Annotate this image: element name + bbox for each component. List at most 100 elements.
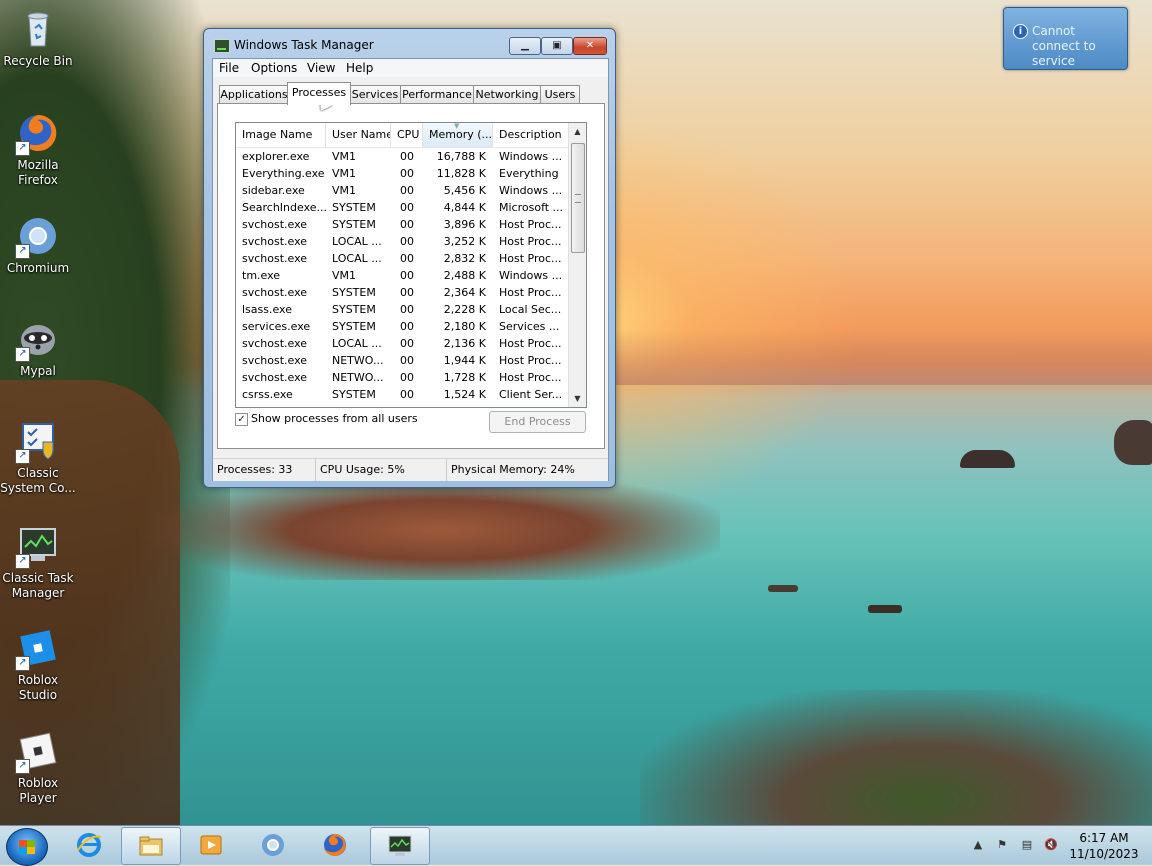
desktop-icon-roblox-player[interactable]: ↗ Roblox Player: [0, 730, 76, 806]
desktop-icon-firefox[interactable]: ↗ Mozilla Firefox: [0, 112, 76, 188]
menu-file[interactable]: File: [219, 61, 239, 75]
status-cpu-usage: CPU Usage: 5%: [316, 459, 447, 481]
desktop-icon-mypal[interactable]: ↗ Mypal: [0, 318, 76, 379]
menu-view[interactable]: View: [307, 61, 335, 75]
table-row[interactable]: csrss.exe SYSTEM 00 1,524 K Client Ser...: [236, 386, 569, 403]
taskbar-internet-explorer[interactable]: [60, 827, 118, 863]
show-hidden-icons-button[interactable]: ▲: [971, 838, 985, 852]
column-image-name[interactable]: Image Name: [236, 123, 326, 147]
table-row[interactable]: svchost.exe SYSTEM 00 2,364 K Host Proc...: [236, 284, 569, 301]
taskbar-task-manager[interactable]: [370, 827, 430, 865]
cell-user: LOCAL ...: [332, 337, 382, 350]
cell-cpu: 00: [400, 337, 414, 350]
table-row[interactable]: svchost.exe LOCAL ... 00 2,136 K Host Proc..…: [236, 335, 569, 352]
column-description[interactable]: Description: [493, 123, 569, 147]
maximize-icon: ▣: [552, 40, 562, 51]
cell-cpu: 00: [400, 252, 414, 265]
network-icon[interactable]: ▤: [1020, 838, 1034, 852]
table-row[interactable]: svchost.exe NETWO... 00 1,728 K Host Proc...: [236, 369, 569, 386]
menu-help[interactable]: Help: [346, 61, 373, 75]
table-row[interactable]: explorer.exe VM1 00 16,788 K Windows ...: [236, 148, 569, 165]
cell-mem: 2,136 K: [443, 337, 486, 350]
shortcut-arrow-icon: ↗: [15, 347, 30, 362]
tab-users[interactable]: Users: [540, 85, 580, 104]
cell-name: sidebar.exe: [242, 184, 305, 197]
process-list-header: Image Name User Name CPU Memory (... Des…: [236, 123, 569, 148]
cell-user: LOCAL ...: [332, 235, 382, 248]
process-list[interactable]: Image Name User Name CPU Memory (... Des…: [235, 122, 587, 408]
table-row[interactable]: svchost.exe LOCAL ... 00 3,252 K Host Proc..…: [236, 233, 569, 250]
tab-services[interactable]: Services: [349, 85, 401, 104]
grip-icon: [575, 194, 581, 203]
internet-explorer-icon: [77, 833, 102, 857]
title-bar[interactable]: Windows Task Manager ▁ ▣ ✕: [204, 29, 615, 59]
desktop-icon-roblox-studio[interactable]: ↗ Roblox Studio: [0, 627, 76, 703]
cell-user: NETWO...: [332, 354, 384, 367]
task-manager-window[interactable]: Windows Task Manager ▁ ▣ ✕ File Options …: [203, 28, 616, 488]
scrollbar-thumb[interactable]: [571, 143, 585, 253]
table-row[interactable]: lsass.exe SYSTEM 00 2,228 K Local Sec...: [236, 301, 569, 318]
table-row[interactable]: svchost.exe NETWO... 00 1,944 K Host Proc...: [236, 352, 569, 369]
desktop-icon-recycle-bin[interactable]: Recycle Bin: [0, 8, 76, 69]
window-client-area: File Options View Help Applications Proc…: [212, 58, 609, 481]
table-row[interactable]: services.exe SYSTEM 00 2,180 K Services ...: [236, 318, 569, 335]
vertical-scrollbar[interactable]: ▲ ▼: [568, 123, 586, 407]
taskbar-clock[interactable]: 6:17 AM 11/10/2023: [1066, 830, 1142, 862]
end-process-button[interactable]: End Process: [489, 411, 586, 433]
wallpaper-boat: [868, 605, 902, 613]
start-button[interactable]: [6, 828, 48, 866]
table-row[interactable]: tm.exe VM1 00 2,488 K Windows ...: [236, 267, 569, 284]
show-all-users-checkbox[interactable]: ✓: [235, 413, 248, 426]
menu-options[interactable]: Options: [251, 61, 297, 75]
close-button[interactable]: ✕: [573, 37, 607, 55]
cell-desc: Host Proc...: [499, 235, 562, 248]
volume-muted-icon[interactable]: 🔇: [1044, 838, 1058, 852]
wallpaper-shore: [640, 690, 1152, 830]
chevron-up-icon: ▲: [973, 838, 983, 851]
cell-mem: 1,944 K: [443, 354, 486, 367]
table-row[interactable]: Everything.exe VM1 00 11,828 K Everything: [236, 165, 569, 182]
table-row[interactable]: SearchIndexe... SYSTEM 00 4,844 K Microsoft …: [236, 199, 569, 216]
taskbar-file-explorer[interactable]: [121, 827, 181, 865]
table-row[interactable]: svchost.exe LOCAL ... 00 2,832 K Host Proc..…: [236, 250, 569, 267]
tab-applications[interactable]: Applications: [219, 85, 289, 104]
minimize-button[interactable]: ▁: [509, 37, 541, 55]
maximize-button[interactable]: ▣: [541, 37, 573, 55]
tab-networking[interactable]: Networking: [473, 85, 541, 104]
column-user-name[interactable]: User Name: [326, 123, 391, 147]
desktop-icon-classic-task-manager[interactable]: ↗ Classic Task Manager: [0, 525, 76, 601]
cell-desc: Everything: [499, 167, 559, 180]
table-row[interactable]: svchost.exe SYSTEM 00 3,896 K Host Proc...: [236, 216, 569, 233]
desktop-icon-classic-system-config[interactable]: ↗ Classic System Co...: [0, 420, 76, 496]
status-physical-memory: Physical Memory: 24%: [451, 463, 575, 476]
cell-desc: Host Proc...: [499, 252, 562, 265]
cell-mem: 16,788 K: [436, 150, 486, 163]
shortcut-arrow-icon: ↗: [15, 759, 30, 774]
table-row[interactable]: sidebar.exe VM1 00 5,456 K Windows ...: [236, 182, 569, 199]
taskbar-chromium[interactable]: [244, 827, 302, 863]
tab-processes[interactable]: Processes: [287, 82, 351, 105]
cell-desc: Windows ...: [499, 184, 563, 197]
cell-name: services.exe: [242, 320, 311, 333]
cell-user: SYSTEM: [332, 218, 376, 231]
cell-name: tm.exe: [242, 269, 281, 282]
cell-user: VM1: [332, 269, 357, 282]
desktop-icon-chromium[interactable]: ↗ Chromium: [0, 215, 76, 276]
scroll-down-button[interactable]: ▼: [569, 390, 586, 407]
taskbar-media-player[interactable]: [182, 827, 240, 863]
cell-user: VM1: [332, 150, 357, 163]
cell-desc: Client Ser...: [499, 388, 563, 401]
action-center-icon[interactable]: ⚑: [995, 838, 1009, 852]
recycle-bin-icon: [17, 8, 59, 50]
checkmark-icon: ✓: [237, 414, 246, 425]
scroll-up-button[interactable]: ▲: [569, 123, 586, 140]
taskbar-firefox[interactable]: [306, 827, 364, 863]
show-all-users-label[interactable]: Show processes from all users: [251, 412, 418, 425]
arrow-up-icon: ▲: [574, 127, 581, 136]
close-icon: ✕: [585, 40, 595, 51]
notification-balloon[interactable]: i Cannot connect to service: [1003, 7, 1128, 70]
tab-performance[interactable]: Performance: [400, 85, 474, 104]
column-cpu[interactable]: CPU: [391, 123, 423, 147]
wallpaper-far-hills: [610, 330, 1152, 385]
wallpaper-rock: [1114, 420, 1152, 465]
